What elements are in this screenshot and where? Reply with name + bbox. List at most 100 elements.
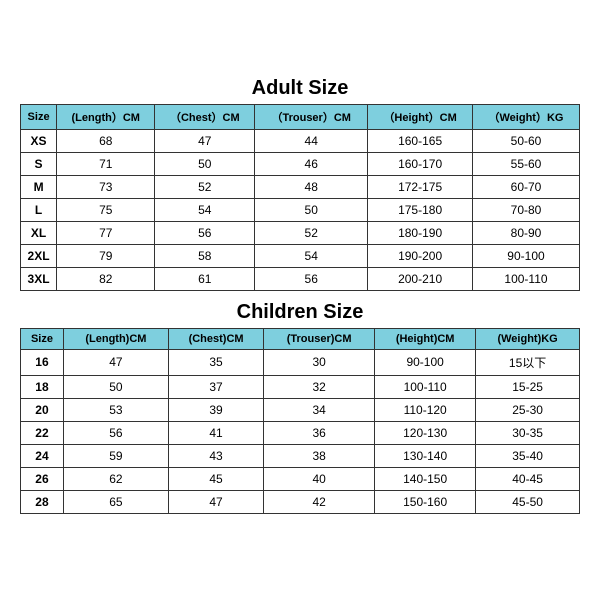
table-cell: 50	[255, 198, 368, 221]
table-cell: 54	[255, 244, 368, 267]
children-header-row: Size(Length)CM(Chest)CM(Trouser)CM(Heigh…	[21, 328, 580, 349]
table-cell: 45-50	[476, 490, 580, 513]
table-cell: 61	[155, 267, 255, 290]
table-cell: 172-175	[368, 175, 473, 198]
adult-table: Size(Length）CM（Chest）CM（Trouser）CM（Heigh…	[20, 104, 580, 291]
table-cell: 36	[264, 421, 375, 444]
table-cell: 71	[57, 152, 155, 175]
table-cell: 160-170	[368, 152, 473, 175]
table-cell: 140-150	[375, 467, 476, 490]
table-cell: 47	[155, 129, 255, 152]
table-cell: 53	[63, 398, 168, 421]
table-cell: 60-70	[472, 175, 579, 198]
table-cell: 52	[155, 175, 255, 198]
table-cell: 18	[21, 375, 64, 398]
table-cell: 28	[21, 490, 64, 513]
children-table-header: Size(Length)CM(Chest)CM(Trouser)CM(Heigh…	[21, 328, 580, 349]
children-table: Size(Length)CM(Chest)CM(Trouser)CM(Heigh…	[20, 328, 580, 514]
table-row: 20533934110-12025-30	[21, 398, 580, 421]
table-cell: XS	[21, 129, 57, 152]
table-row: 24594338130-14035-40	[21, 444, 580, 467]
table-cell: 30-35	[476, 421, 580, 444]
table-cell: 45	[168, 467, 263, 490]
table-cell: 44	[255, 129, 368, 152]
table-cell: 180-190	[368, 221, 473, 244]
adult-header-cell: （Chest）CM	[155, 104, 255, 129]
table-cell: 120-130	[375, 421, 476, 444]
children-table-body: 1647353090-10015以下18503732100-11015-2520…	[21, 349, 580, 513]
adult-title: Adult Size	[20, 77, 580, 100]
adult-header-row: Size(Length）CM（Chest）CM（Trouser）CM（Heigh…	[21, 104, 580, 129]
table-row: 1647353090-10015以下	[21, 349, 580, 375]
table-cell: L	[21, 198, 57, 221]
table-row: L755450175-18070-80	[21, 198, 580, 221]
table-cell: M	[21, 175, 57, 198]
table-cell: 34	[264, 398, 375, 421]
table-row: 22564136120-13030-35	[21, 421, 580, 444]
table-row: XS684744160-16550-60	[21, 129, 580, 152]
children-header-cell: Size	[21, 328, 64, 349]
table-cell: 3XL	[21, 267, 57, 290]
table-cell: 50-60	[472, 129, 579, 152]
table-cell: 2XL	[21, 244, 57, 267]
table-cell: 30	[264, 349, 375, 375]
table-cell: S	[21, 152, 57, 175]
table-cell: 59	[63, 444, 168, 467]
table-cell: 62	[63, 467, 168, 490]
table-cell: 40-45	[476, 467, 580, 490]
table-cell: 54	[155, 198, 255, 221]
table-cell: 100-110	[375, 375, 476, 398]
table-cell: 52	[255, 221, 368, 244]
table-cell: 37	[168, 375, 263, 398]
table-cell: 90-100	[375, 349, 476, 375]
table-cell: 65	[63, 490, 168, 513]
children-header-cell: (Height)CM	[375, 328, 476, 349]
table-cell: 130-140	[375, 444, 476, 467]
table-row: XL775652180-19080-90	[21, 221, 580, 244]
table-cell: 26	[21, 467, 64, 490]
table-cell: 35-40	[476, 444, 580, 467]
adult-header-cell: Size	[21, 104, 57, 129]
table-cell: 15以下	[476, 349, 580, 375]
table-cell: 110-120	[375, 398, 476, 421]
table-cell: 50	[155, 152, 255, 175]
children-header-cell: (Chest)CM	[168, 328, 263, 349]
size-chart-container: Adult Size Size(Length）CM（Chest）CM（Trous…	[10, 67, 590, 534]
table-row: 26624540140-15040-45	[21, 467, 580, 490]
table-cell: 80-90	[472, 221, 579, 244]
table-cell: 150-160	[375, 490, 476, 513]
table-row: 28654742150-16045-50	[21, 490, 580, 513]
table-row: S715046160-17055-60	[21, 152, 580, 175]
table-cell: 16	[21, 349, 64, 375]
table-cell: 48	[255, 175, 368, 198]
table-cell: 100-110	[472, 267, 579, 290]
table-cell: 43	[168, 444, 263, 467]
table-cell: 79	[57, 244, 155, 267]
table-cell: 56	[255, 267, 368, 290]
adult-section: Adult Size Size(Length）CM（Chest）CM（Trous…	[20, 77, 580, 291]
adult-header-cell: （Trouser）CM	[255, 104, 368, 129]
table-row: 3XL826156200-210100-110	[21, 267, 580, 290]
table-cell: 40	[264, 467, 375, 490]
table-cell: 22	[21, 421, 64, 444]
table-cell: 50	[63, 375, 168, 398]
table-cell: 58	[155, 244, 255, 267]
children-header-cell: (Trouser)CM	[264, 328, 375, 349]
table-cell: 42	[264, 490, 375, 513]
table-row: M735248172-17560-70	[21, 175, 580, 198]
table-cell: 38	[264, 444, 375, 467]
adult-table-header: Size(Length）CM（Chest）CM（Trouser）CM（Heigh…	[21, 104, 580, 129]
children-header-cell: (Weight)KG	[476, 328, 580, 349]
table-cell: 160-165	[368, 129, 473, 152]
table-cell: 47	[63, 349, 168, 375]
adult-header-cell: (Length）CM	[57, 104, 155, 129]
table-cell: 56	[63, 421, 168, 444]
children-title: Children Size	[20, 301, 580, 324]
children-header-cell: (Length)CM	[63, 328, 168, 349]
table-row: 18503732100-11015-25	[21, 375, 580, 398]
table-cell: 20	[21, 398, 64, 421]
table-cell: 25-30	[476, 398, 580, 421]
table-cell: XL	[21, 221, 57, 244]
table-cell: 200-210	[368, 267, 473, 290]
table-cell: 90-100	[472, 244, 579, 267]
